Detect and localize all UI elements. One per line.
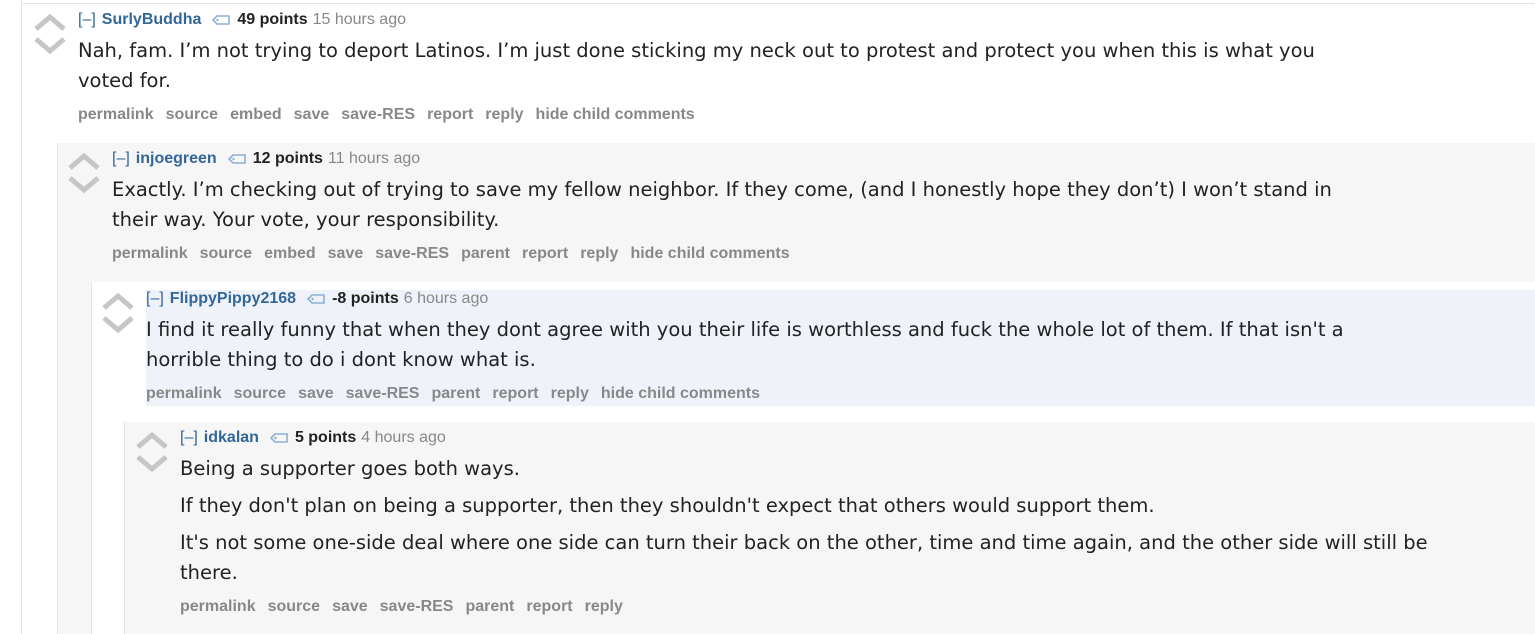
tag-icon[interactable] [211,12,231,32]
downvote-arrow-icon[interactable] [33,36,67,56]
source-link[interactable]: source [268,598,320,615]
comment-body: [–] idkalan 5 points 4 hours ago Being a sup… [180,428,1430,616]
comment-timestamp: 6 hours ago [403,290,489,307]
downvote-arrow-icon[interactable] [135,454,169,474]
comment-paragraph: I find it really funny that when they do… [146,318,1344,371]
comment-score: 5 points [294,429,357,446]
parent-link[interactable]: parent [461,245,510,262]
comment-score: -8 points [332,290,399,307]
source-link[interactable]: source [166,106,218,123]
comment-tagline: [–] FlippyPippy2168 -8 points 6 hours ago [146,289,1396,311]
source-link[interactable]: source [234,385,286,402]
comment-author[interactable]: FlippyPippy2168 [170,290,296,307]
collapse-toggle[interactable]: [–] [180,429,198,446]
comment-text: Being a supporter goes both ways. If they… [180,454,1430,588]
collapse-toggle[interactable]: [–] [112,150,130,167]
save-res-link[interactable]: save-RES [346,385,420,402]
parent-link[interactable]: parent [431,385,480,402]
comment-tagline: [–] SurlyBuddha 49 points 15 hours ago [78,10,1338,32]
thread-top-border [21,3,1535,4]
comment-body: [–] injoegreen 12 points 11 hours ago Exactl… [112,149,1362,263]
tag-icon[interactable] [306,291,326,311]
downvote-arrow-icon[interactable] [67,175,101,195]
vote-arrows [33,12,67,56]
comment-tagline: [–] injoegreen 12 points 11 hours ago [112,149,1362,171]
embed-link[interactable]: embed [230,106,282,123]
save-link[interactable]: save [294,106,330,123]
comment-timestamp: 4 hours ago [361,429,446,446]
reply-link[interactable]: reply [585,598,623,615]
reply-link[interactable]: reply [485,106,523,123]
comment-timestamp: 15 hours ago [312,11,406,28]
comment-actions: permalink source embed save save-RES parent re… [112,245,1362,263]
vote-arrows [101,291,135,335]
save-link[interactable]: save [298,385,334,402]
hide-child-comments-link[interactable]: hide child comments [601,385,760,402]
comment-score: 49 points [237,11,308,28]
thread-border [21,0,22,634]
comment-actions: permalink source save save-RES parent report r… [180,598,1430,616]
permalink-link[interactable]: permalink [112,245,188,262]
comment-paragraph: Exactly. I’m checking out of trying to s… [112,178,1332,231]
tag-icon[interactable] [227,151,247,171]
comment-author[interactable]: idkalan [204,429,259,446]
comment-author[interactable]: injoegreen [136,150,217,167]
comment-body: [–] FlippyPippy2168 -8 points 6 hours ago I … [146,289,1396,403]
permalink-link[interactable]: permalink [78,106,154,123]
comment-paragraph: It's not some one-side deal where one si… [180,531,1428,584]
comment-actions: permalink source embed save save-RES report re… [78,106,1338,124]
report-link[interactable]: report [427,106,473,123]
comment-text: Exactly. I’m checking out of trying to s… [112,175,1362,235]
parent-link[interactable]: parent [465,598,514,615]
hide-child-comments-link[interactable]: hide child comments [630,245,789,262]
permalink-link[interactable]: permalink [180,598,256,615]
comment-paragraph: Being a supporter goes both ways. [180,457,520,480]
comment-paragraph: If they don't plan on being a supporter,… [180,494,1155,517]
comment-author[interactable]: SurlyBuddha [102,11,202,28]
collapse-toggle[interactable]: [–] [78,11,96,28]
upvote-arrow-icon[interactable] [101,291,135,311]
hide-child-comments-link[interactable]: hide child comments [536,106,695,123]
report-link[interactable]: report [492,385,538,402]
comment-body: [–] SurlyBuddha 49 points 15 hours ago Nah, … [78,10,1338,124]
source-link[interactable]: source [200,245,252,262]
report-link[interactable]: report [526,598,572,615]
save-link[interactable]: save [332,598,368,615]
comment-paragraph: Nah, fam. I’m not trying to deport Latin… [78,39,1315,92]
upvote-arrow-icon[interactable] [135,430,169,450]
comment-actions: permalink source save save-RES parent report r… [146,385,1396,403]
comment-text: I find it really funny that when they do… [146,315,1396,375]
save-res-link[interactable]: save-RES [341,106,415,123]
comment-score: 12 points [252,150,323,167]
save-link[interactable]: save [328,245,364,262]
comment-text: Nah, fam. I’m not trying to deport Latin… [78,36,1338,96]
tag-icon[interactable] [269,430,289,450]
save-res-link[interactable]: save-RES [380,598,454,615]
collapse-toggle[interactable]: [–] [146,290,164,307]
comment-tagline: [–] idkalan 5 points 4 hours ago [180,428,1430,450]
vote-arrows [135,430,169,474]
downvote-arrow-icon[interactable] [101,315,135,335]
upvote-arrow-icon[interactable] [67,151,101,171]
vote-arrows [67,151,101,195]
reply-link[interactable]: reply [551,385,589,402]
embed-link[interactable]: embed [264,245,316,262]
comment-timestamp: 11 hours ago [327,150,421,167]
reply-link[interactable]: reply [580,245,618,262]
report-link[interactable]: report [522,245,568,262]
upvote-arrow-icon[interactable] [33,12,67,32]
save-res-link[interactable]: save-RES [375,245,449,262]
permalink-link[interactable]: permalink [146,385,222,402]
